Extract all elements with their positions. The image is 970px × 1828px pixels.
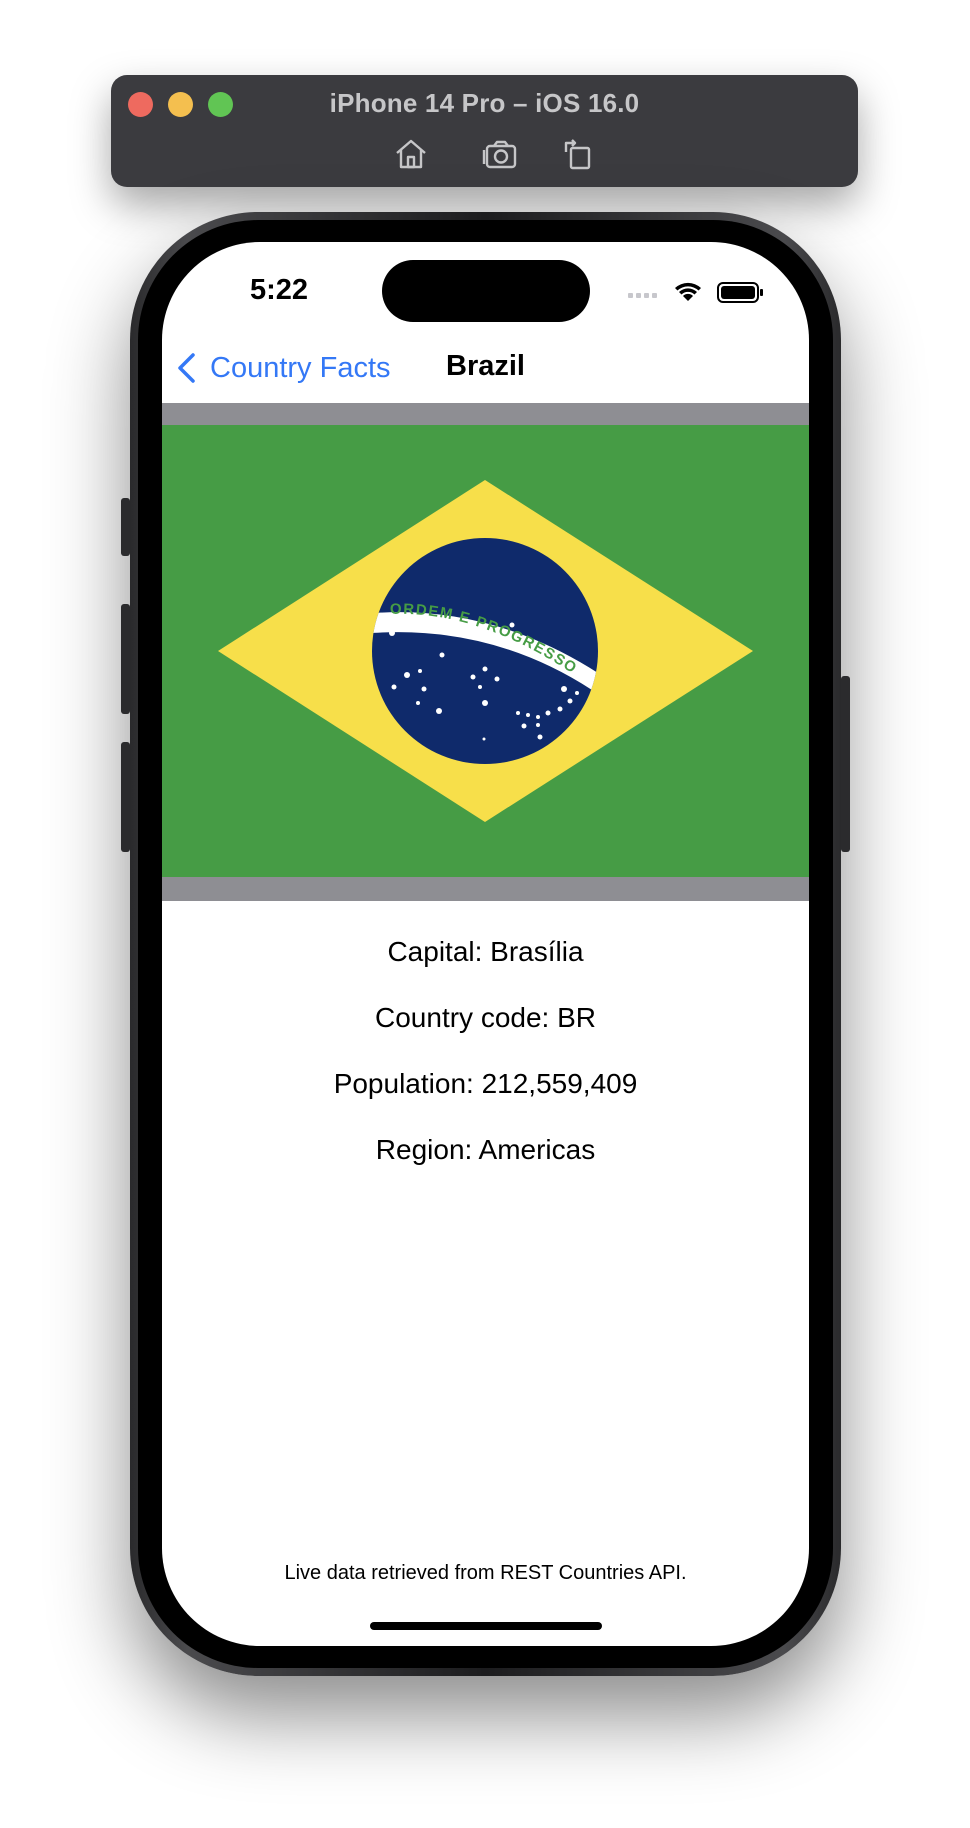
screenshot-icon[interactable] xyxy=(480,134,520,174)
rotate-icon[interactable] xyxy=(557,134,597,174)
country-facts-list: Capital: Brasília Country code: BR Popul… xyxy=(162,932,809,1196)
status-time: 5:22 xyxy=(250,274,309,306)
status-icons xyxy=(624,276,774,306)
fact-region: Region: Americas xyxy=(375,1134,596,1165)
fact-capital: Capital: Brasília xyxy=(387,936,584,967)
volume-up-button xyxy=(121,604,130,714)
fact-country-code: Country code: BR xyxy=(375,1002,596,1033)
power-button xyxy=(841,676,850,852)
fact-population: Population: 212,559,409 xyxy=(333,1068,638,1099)
battery-icon xyxy=(717,282,763,303)
brazil-flag-image: ORDEM E PROGRESSO xyxy=(162,425,809,877)
home-indicator[interactable] xyxy=(370,1622,602,1630)
data-source-note: Live data retrieved from REST Countries … xyxy=(284,1562,687,1584)
cellular-icon xyxy=(628,293,657,298)
volume-down-button xyxy=(121,742,130,852)
simulator-title: iPhone 14 Pro – iOS 16.0 xyxy=(329,88,640,118)
flag-container: ORDEM E PROGRESSO xyxy=(162,403,809,901)
device-screen: 5:22 Country Facts Brazil ORDEM E PROGRE… xyxy=(162,242,809,1646)
wifi-icon xyxy=(675,282,701,301)
home-icon[interactable] xyxy=(391,134,431,174)
dynamic-island xyxy=(382,260,590,322)
page-title: Brazil xyxy=(446,350,525,382)
silent-switch xyxy=(121,498,130,556)
